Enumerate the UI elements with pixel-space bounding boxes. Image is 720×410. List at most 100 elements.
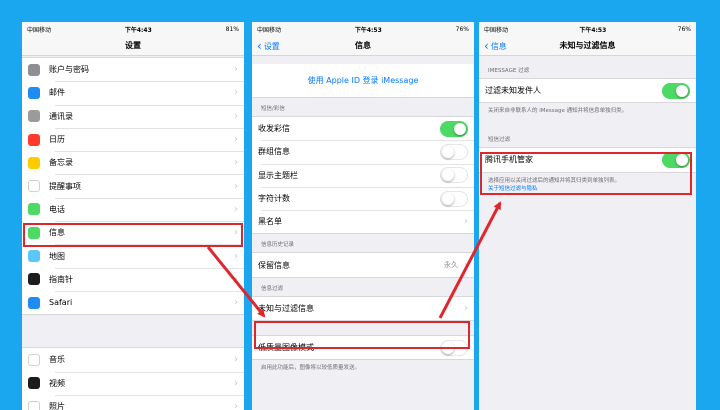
back-label: 设置 bbox=[263, 41, 280, 51]
settings-row-label: 电话 bbox=[49, 204, 65, 214]
sms-setting-row: 字符计数 bbox=[252, 186, 474, 210]
imessage-filter-header: IMESSAGE 过滤 bbox=[488, 68, 530, 74]
sms-setting-toggle[interactable] bbox=[440, 143, 468, 160]
page-title: 设置 bbox=[125, 41, 141, 50]
notes-icon bbox=[28, 156, 40, 169]
carrier-label: 中国移动 bbox=[27, 26, 52, 34]
imessage-login-link[interactable]: 使用 Apple ID 登录 iMessage bbox=[252, 64, 474, 98]
sms-setting-label: 字符计数 bbox=[258, 194, 290, 204]
messages-settings-screen: 中国移动 下午4:53 76% ‹ 设置 信息 使用 Apple ID 登录 iM… bbox=[252, 22, 474, 410]
sms-setting-toggle[interactable] bbox=[440, 120, 468, 137]
battery-label: 76% bbox=[677, 25, 691, 33]
back-button[interactable]: ‹ 信息 bbox=[484, 36, 507, 56]
photos-icon bbox=[28, 400, 40, 410]
chevron-right-icon: › bbox=[234, 203, 238, 215]
low-quality-group: 低质量图像模式 bbox=[252, 335, 474, 361]
sms-section-header: 短信/彩信 bbox=[261, 106, 285, 112]
settings-row[interactable]: 照片 › bbox=[22, 394, 244, 410]
settings-row[interactable]: 音乐 › bbox=[22, 348, 244, 371]
contacts-icon bbox=[28, 110, 40, 123]
settings-row[interactable]: 指南针 › bbox=[22, 267, 244, 291]
settings-row-label: 照片 bbox=[49, 402, 65, 410]
mail-icon bbox=[28, 86, 40, 99]
settings-list-media: 音乐 › 视频 › 照片 › bbox=[22, 347, 244, 410]
sms-setting-label: 显示主题栏 bbox=[258, 170, 298, 180]
settings-row-label: 信息 bbox=[49, 228, 65, 238]
chevron-left-icon: ‹ bbox=[257, 39, 262, 53]
chevron-right-icon: › bbox=[234, 157, 238, 169]
compass-icon bbox=[28, 273, 40, 286]
filter-unknown-row: 过滤未知发件人 bbox=[479, 79, 696, 102]
settings-row[interactable]: 信息 › bbox=[22, 221, 244, 244]
keep-messages-row[interactable]: 保留信息 永久 › bbox=[252, 253, 474, 276]
maps-icon bbox=[28, 250, 40, 263]
battery-label: 76% bbox=[455, 25, 469, 33]
sms-setting-row: 显示主题栏 bbox=[252, 163, 474, 187]
chevron-right-icon: › bbox=[234, 250, 238, 262]
settings-row[interactable]: 备忘录 › bbox=[22, 151, 244, 174]
status-bar: 中国移动 下午4:43 81% bbox=[22, 22, 244, 36]
history-group: 保留信息 永久 › bbox=[252, 252, 474, 278]
settings-row-label: 账户与密码 bbox=[49, 65, 89, 75]
sms-setting-label: 收发彩信 bbox=[258, 124, 290, 134]
time-label: 下午4:53 bbox=[579, 26, 607, 34]
low-quality-toggle[interactable] bbox=[440, 339, 468, 356]
unknown-filter-row[interactable]: 未知与过滤信息 › bbox=[252, 297, 474, 320]
imessage-filter-group: 过滤未知发件人 bbox=[479, 78, 696, 104]
settings-row-label: 备忘录 bbox=[49, 158, 73, 168]
calendar-icon bbox=[28, 133, 40, 146]
sms-settings-group: 收发彩信群组信息显示主题栏字符计数黑名单 › bbox=[252, 116, 474, 235]
toggle-knob bbox=[442, 145, 454, 158]
back-button[interactable]: ‹ 设置 bbox=[257, 36, 280, 56]
chevron-right-icon: › bbox=[234, 297, 238, 309]
chevron-right-icon: › bbox=[234, 401, 238, 410]
settings-row-label: 通讯录 bbox=[49, 111, 73, 121]
settings-row[interactable]: 通讯录 › bbox=[22, 104, 244, 128]
sms-filter-group: 腾讯手机管家 bbox=[479, 147, 696, 173]
status-bar: 中国移动 下午4:53 76% bbox=[479, 22, 696, 36]
sms-setting-toggle[interactable] bbox=[440, 167, 468, 184]
settings-row-label: Safari bbox=[49, 298, 73, 308]
chevron-right-icon: › bbox=[234, 273, 238, 285]
settings-row[interactable]: 提醒事项 › bbox=[22, 174, 244, 197]
chevron-right-icon: › bbox=[234, 354, 238, 366]
settings-row[interactable]: 日历 › bbox=[22, 127, 244, 151]
sms-setting-row: 收发彩信 bbox=[252, 117, 474, 140]
settings-row[interactable]: 账户与密码 › bbox=[22, 58, 244, 81]
filter-group: 未知与过滤信息 › bbox=[252, 295, 474, 322]
settings-row-label: 日历 bbox=[49, 135, 65, 145]
keep-messages-label: 保留信息 bbox=[258, 260, 290, 270]
settings-row-label: 视频 bbox=[49, 378, 65, 388]
phone-icon bbox=[28, 203, 40, 216]
filter-unknown-toggle[interactable] bbox=[662, 82, 690, 99]
chevron-right-icon: › bbox=[234, 110, 238, 122]
status-bar: 中国移动 下午4:53 76% bbox=[252, 22, 474, 36]
key-icon bbox=[28, 63, 40, 76]
chevron-right-icon: › bbox=[234, 87, 238, 99]
history-section-header: 信息历史记录 bbox=[261, 242, 295, 249]
settings-row[interactable]: Safari › bbox=[22, 290, 244, 314]
privacy-link[interactable]: 关于短信过滤与隐私 bbox=[488, 186, 538, 192]
chevron-right-icon: › bbox=[234, 134, 238, 146]
sms-setting-label: 群组信息 bbox=[258, 147, 290, 157]
sms-setting-toggle[interactable] bbox=[440, 190, 468, 207]
settings-screen: 中国移动 下午4:43 81% 设置 账户与密码 › 邮件 › 通讯录 › 日历 › 备忘录 › 提… bbox=[22, 22, 244, 410]
sms-setting-label: 黑名单 bbox=[258, 217, 282, 227]
settings-row[interactable]: 邮件 › bbox=[22, 81, 244, 104]
settings-row[interactable]: 视频 › bbox=[22, 371, 244, 395]
settings-row-label: 邮件 bbox=[49, 88, 65, 98]
page-title: 未知与过滤信息 bbox=[559, 41, 616, 50]
chevron-right-icon: › bbox=[234, 64, 238, 76]
settings-list: 账户与密码 › 邮件 › 通讯录 › 日历 › 备忘录 › 提醒事项 › 电话 › 信息 › 地图 › 指南针 › Sa… bbox=[22, 57, 244, 316]
unknown-filter-label: 未知与过滤信息 bbox=[258, 303, 314, 313]
toggle-knob bbox=[442, 192, 454, 205]
filter-unknown-footer: 关闭来自非联系人的 iMessage 通知并将信息单独归类。 bbox=[488, 108, 628, 115]
settings-row[interactable]: 电话 › bbox=[22, 197, 244, 221]
settings-row[interactable]: 地图 › bbox=[22, 244, 244, 267]
tencent-toggle[interactable] bbox=[662, 151, 690, 168]
carrier-label: 中国移动 bbox=[257, 26, 282, 34]
nav-bar: ‹ 设置 信息 bbox=[252, 36, 474, 56]
sms-setting-row[interactable]: 黑名单 › bbox=[252, 210, 474, 233]
nav-bar: 设置 bbox=[22, 36, 244, 56]
time-label: 下午4:53 bbox=[354, 26, 382, 34]
